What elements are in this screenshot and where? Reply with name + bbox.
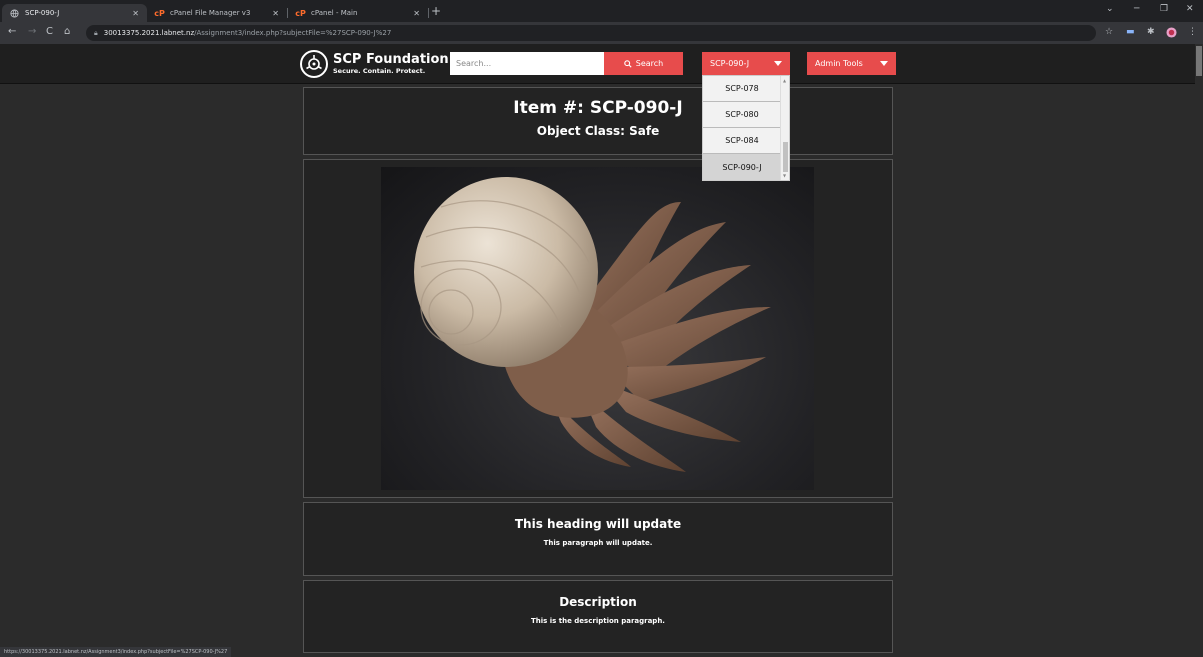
description-paragraph: This is the description paragraph. (531, 617, 665, 625)
tab-separator (428, 8, 429, 18)
reload-icon[interactable]: C (46, 26, 53, 37)
dropdown-scroll-thumb[interactable] (783, 142, 788, 172)
chevron-down-icon (774, 61, 782, 66)
dropdown-option-selected[interactable]: SCP-090-J (703, 154, 781, 180)
back-icon[interactable]: ← (8, 26, 16, 37)
logo-subtitle: Secure. Contain. Protect. (333, 67, 426, 76)
url-host: 30013375.2021.labnet.nz (103, 29, 195, 37)
logo-title: SCP Foundation (333, 52, 449, 68)
cpanel-icon: cP (295, 8, 306, 18)
dropdown-option[interactable]: SCP-078 (703, 76, 781, 102)
description-panel: Description This is the description para… (303, 580, 893, 653)
section-heading: This heading will update (514, 517, 682, 531)
section-paragraph: This paragraph will update. (543, 539, 653, 547)
admin-tools-button[interactable]: Admin Tools (807, 52, 896, 75)
browser-menu-icon[interactable]: ⋮ (1188, 27, 1197, 37)
tab-title: SCP-090-J (25, 9, 60, 17)
site-navbar: SCP Foundation Secure. Contain. Protect.… (0, 44, 1203, 84)
image-panel (303, 159, 893, 498)
update-section-panel: This heading will update This paragraph … (303, 502, 893, 576)
page-scrollbar[interactable] (1195, 44, 1203, 657)
close-window-icon[interactable]: ✕ (1186, 4, 1194, 14)
chevron-down-icon (880, 61, 888, 66)
dropdown-option[interactable]: SCP-080 (703, 102, 781, 128)
dropdown-scrollbar[interactable]: ▲ ▼ (780, 76, 789, 180)
item-header-panel: Item #: SCP-090-J Object Class: Safe (303, 87, 893, 155)
tab-cpanel-file-manager[interactable]: cP cPanel File Manager v3 ✕ (147, 4, 287, 22)
subject-select[interactable]: SCP-090-J (702, 52, 790, 75)
new-tab-icon[interactable]: + (431, 4, 441, 18)
browser-tab-bar: SCP-090-J ✕ cP cPanel File Manager v3 ✕ … (0, 0, 1203, 22)
extension-icon[interactable]: ▬ (1126, 27, 1135, 37)
cpanel-icon: cP (154, 8, 165, 18)
home-icon[interactable]: ⌂ (64, 26, 70, 37)
scp-logo-icon (300, 50, 328, 78)
minimize-icon[interactable]: ─ (1134, 4, 1139, 14)
url-path: /Assignment3/index.php?subjectFile=%27SC… (194, 29, 392, 37)
subject-image (381, 167, 814, 490)
forward-icon[interactable]: → (28, 26, 36, 37)
tab-scp-090-j[interactable]: SCP-090-J ✕ (2, 4, 147, 22)
tab-cpanel-main[interactable]: cP cPanel - Main ✕ (288, 4, 428, 22)
url-bar[interactable]: 🔒︎ 30013375.2021.labnet.nz/Assignment3/i… (86, 25, 1096, 41)
search-icon (623, 59, 632, 68)
description-heading: Description (559, 595, 637, 609)
object-class: Object Class: Safe (536, 124, 660, 138)
scroll-down-icon[interactable]: ▼ (783, 173, 786, 178)
subject-dropdown-list: SCP-078 SCP-080 SCP-084 SCP-090-J ▲ ▼ (702, 75, 790, 181)
close-tab-icon[interactable]: ✕ (132, 9, 139, 18)
subject-selected-value: SCP-090-J (710, 59, 750, 68)
tab-title: cPanel File Manager v3 (170, 9, 251, 17)
restore-icon[interactable]: ❐ (1160, 4, 1168, 14)
search-input[interactable] (450, 52, 604, 75)
browser-address-bar: ← → C ⌂ 🔒︎ 30013375.2021.labnet.nz/Assig… (0, 22, 1203, 44)
lock-icon: 🔒︎ (94, 28, 98, 37)
search-button[interactable]: Search (604, 52, 683, 75)
item-title: Item #: SCP-090-J (513, 98, 683, 118)
page-scroll-thumb[interactable] (1196, 46, 1202, 76)
close-tab-icon[interactable]: ✕ (413, 9, 420, 18)
globe-icon (10, 8, 19, 18)
status-bar-url: https://30013375.2021.labnet.nz/Assignme… (0, 647, 232, 657)
search-button-label: Search (635, 59, 664, 68)
admin-tools-label: Admin Tools (815, 59, 863, 68)
tab-title: cPanel - Main (311, 9, 358, 17)
dropdown-option[interactable]: SCP-084 (703, 128, 781, 154)
scroll-up-icon[interactable]: ▲ (783, 78, 786, 83)
site-logo[interactable]: SCP Foundation Secure. Contain. Protect. (300, 50, 449, 78)
bookmark-star-icon[interactable]: ☆ (1105, 27, 1113, 37)
puzzle-extensions-icon[interactable]: ✱ (1147, 27, 1155, 37)
close-tab-icon[interactable]: ✕ (272, 9, 279, 18)
profile-avatar[interactable] (1166, 27, 1177, 41)
tab-search-icon[interactable]: ⌄ (1106, 4, 1114, 14)
